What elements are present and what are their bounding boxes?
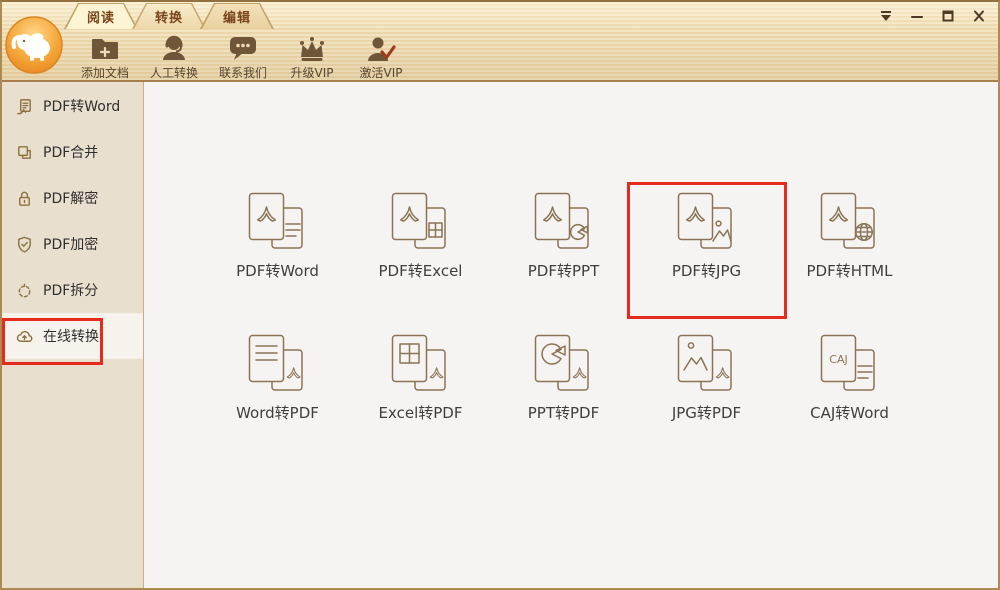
sidebar-item-pdf-decrypt[interactable]: PDF解密 <box>2 175 143 221</box>
tab-label: 阅读 <box>64 3 138 29</box>
merge-icon <box>15 143 34 162</box>
sidebar-item-label: 在线转换 <box>43 326 99 346</box>
maximize-icon <box>941 10 955 22</box>
manual-convert-button[interactable]: 人工转换 <box>142 31 206 81</box>
sidebar-item-pdf-split[interactable]: PDF拆分 <box>2 267 143 313</box>
excel-to-pdf-icon <box>391 334 451 396</box>
minimize-icon <box>910 10 924 22</box>
pdf-to-jpg-icon <box>677 192 737 254</box>
grid-item-label: JPG转PDF <box>672 402 741 423</box>
sidebar-item-label: PDF合并 <box>43 142 98 162</box>
sidebar-item-pdf-to-word[interactable]: PDF转Word <box>2 83 143 129</box>
sidebar-item-pdf-merge[interactable]: PDF合并 <box>2 129 143 175</box>
close-icon <box>972 10 986 22</box>
support-agent-icon <box>158 31 190 63</box>
grid-item-label: PDF转Excel <box>379 260 463 281</box>
ribbon-tabs: 阅读 转换 编辑 <box>64 3 268 29</box>
window-body: PDF转Word PDF合并 PDF解密 <box>2 82 998 588</box>
grid-item-pdf-to-jpg[interactable]: PDF转JPG <box>635 192 778 281</box>
split-icon <box>15 281 34 300</box>
toolbar: 添加文档 人工转换 <box>73 31 413 81</box>
grid-item-label: PDF转HTML <box>807 260 893 281</box>
crown-icon <box>295 31 329 63</box>
tab-label: 编辑 <box>200 3 274 29</box>
add-document-button[interactable]: 添加文档 <box>73 31 137 81</box>
grid-item-ppt-to-pdf[interactable]: PPT转PDF <box>492 334 635 423</box>
title-toolbar-band: 阅读 转换 编辑 <box>2 2 998 82</box>
tab-label: 转换 <box>132 3 206 29</box>
minimize-button[interactable] <box>908 8 926 24</box>
sidebar-item-pdf-encrypt[interactable]: PDF加密 <box>2 221 143 267</box>
skin-menu-icon <box>879 10 893 22</box>
skin-menu-button[interactable] <box>877 8 895 24</box>
person-check-icon <box>364 31 398 63</box>
grid-item-label: CAJ转Word <box>810 402 889 423</box>
sidebar-item-label: PDF解密 <box>43 188 98 208</box>
grid-item-label: PPT转PDF <box>528 402 599 423</box>
word-to-pdf-icon <box>248 334 308 396</box>
toolbar-label: 添加文档 <box>81 64 129 81</box>
pdf-to-excel-icon <box>391 192 451 254</box>
grid-item-label: PDF转PPT <box>528 260 599 281</box>
app-logo[interactable] <box>4 15 64 75</box>
doc-pen-icon <box>15 97 34 116</box>
caj-icon-text: CAJ <box>829 353 847 366</box>
sidebar-item-label: PDF拆分 <box>43 280 98 300</box>
grid-item-label: Excel转PDF <box>379 402 463 423</box>
tab-convert[interactable]: 转换 <box>132 3 206 29</box>
grid-item-pdf-to-excel[interactable]: PDF转Excel <box>349 192 492 281</box>
toolbar-label: 激活VIP <box>360 64 403 81</box>
toolbar-label: 人工转换 <box>150 64 198 81</box>
contact-us-button[interactable]: 联系我们 <box>211 31 275 81</box>
toolbar-label: 升级VIP <box>291 64 334 81</box>
caj-to-word-icon: CAJ <box>820 334 880 396</box>
grid-item-word-to-pdf[interactable]: Word转PDF <box>206 334 349 423</box>
sidebar-item-label: PDF转Word <box>43 96 120 116</box>
grid-item-jpg-to-pdf[interactable]: JPG转PDF <box>635 334 778 423</box>
grid-item-excel-to-pdf[interactable]: Excel转PDF <box>349 334 492 423</box>
tab-read[interactable]: 阅读 <box>64 3 138 29</box>
grid-item-label: PDF转Word <box>236 260 319 281</box>
grid-item-pdf-to-word[interactable]: PDF转Word <box>206 192 349 281</box>
chat-bubble-icon <box>227 31 259 63</box>
grid-item-pdf-to-ppt[interactable]: PDF转PPT <box>492 192 635 281</box>
toolbar-label: 联系我们 <box>219 64 267 81</box>
sidebar-item-label: PDF加密 <box>43 234 98 254</box>
window-controls <box>877 8 988 24</box>
pdf-to-html-icon <box>820 192 880 254</box>
sidebar: PDF转Word PDF合并 PDF解密 <box>2 82 144 588</box>
jpg-to-pdf-icon <box>677 334 737 396</box>
shield-check-icon <box>15 235 34 254</box>
convert-grid: PDF转Word PDF转Excel <box>206 192 921 423</box>
tab-edit[interactable]: 编辑 <box>200 3 274 29</box>
pdf-to-word-icon <box>248 192 308 254</box>
sidebar-item-online-convert[interactable]: 在线转换 <box>2 313 143 359</box>
grid-item-caj-to-word[interactable]: CAJ CAJ转Word <box>778 334 921 423</box>
elephant-logo-icon <box>4 15 64 75</box>
maximize-button[interactable] <box>939 8 957 24</box>
add-document-folder-icon <box>89 31 121 63</box>
activate-vip-button[interactable]: 激活VIP <box>349 31 413 81</box>
cloud-upload-icon <box>15 327 34 346</box>
main-content: PDF转Word PDF转Excel <box>144 82 998 588</box>
close-button[interactable] <box>970 8 988 24</box>
upgrade-vip-button[interactable]: 升级VIP <box>280 31 344 81</box>
pdf-to-ppt-icon <box>534 192 594 254</box>
grid-item-label: PDF转JPG <box>672 260 741 281</box>
lock-icon <box>15 189 34 208</box>
grid-item-label: Word转PDF <box>236 402 319 423</box>
app-window: 阅读 转换 编辑 <box>0 0 1000 590</box>
ppt-to-pdf-icon <box>534 334 594 396</box>
grid-item-pdf-to-html[interactable]: PDF转HTML <box>778 192 921 281</box>
